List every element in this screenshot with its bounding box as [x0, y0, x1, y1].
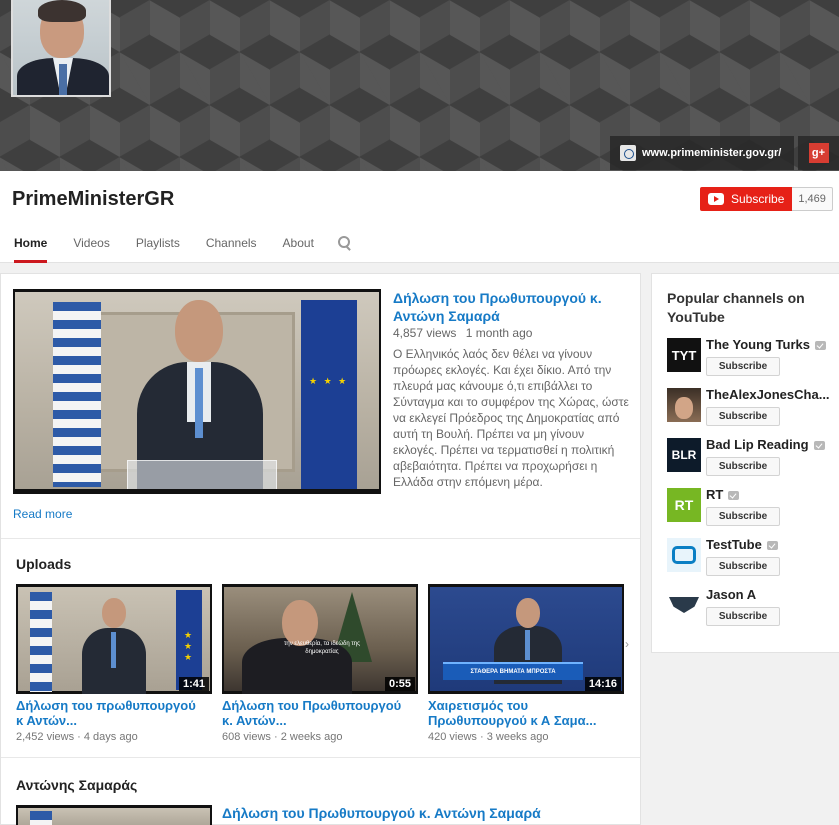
search-icon[interactable]: [337, 236, 352, 250]
avatar-tie: [59, 64, 67, 95]
google-plus-link[interactable]: g+: [798, 136, 839, 170]
featured-video-thumbnail[interactable]: [13, 289, 381, 494]
playlist-video-thumbnail[interactable]: [16, 805, 212, 825]
eu-flag: [301, 300, 357, 489]
tab-about[interactable]: About: [283, 229, 314, 263]
video-duration: 0:55: [384, 677, 415, 691]
verified-icon: [728, 491, 740, 501]
upload-title[interactable]: Χαιρετισμός του Πρωθυπουργού κ Α Σαμα...: [428, 698, 618, 728]
channel-name[interactable]: The Young Turks: [706, 337, 836, 352]
tab-playlists[interactable]: Playlists: [136, 229, 180, 263]
upload-meta: 608 views · 2 weeks ago: [222, 731, 343, 743]
channel-subscribe-button[interactable]: Subscribe: [706, 407, 780, 426]
channel-subscribe-button[interactable]: Subscribe: [706, 607, 780, 626]
upload-meta: 2,452 views · 4 days ago: [16, 731, 138, 743]
channel-logo[interactable]: TYT: [667, 338, 701, 372]
featured-video-title[interactable]: Δήλωση του Πρωθυπουργού κ. Αντώνη Σαμαρά: [393, 289, 623, 325]
channel-name[interactable]: RT: [706, 487, 836, 502]
upload-card[interactable]: την ελευθερία, τα ιδεώδη της δημοκρατίας…: [222, 584, 418, 743]
uploads-heading[interactable]: Uploads: [16, 556, 71, 572]
upload-thumbnail[interactable]: 1:41: [16, 584, 212, 694]
podium-banner: ΣΤΑΘΕΡΑ ΒΗΜΑΤΑ ΜΠΡΟΣΤΑ: [443, 662, 583, 680]
channel-header: PrimeMinisterGR Subscribe 1,469 Home Vid…: [0, 171, 839, 263]
channel-title: PrimeMinisterGR: [12, 188, 175, 210]
upload-thumbnail[interactable]: την ελευθερία, τα ιδεώδη της δημοκρατίας…: [222, 584, 418, 694]
upload-title[interactable]: Δήλωση του πρωθυπουργού κ Αντών...: [16, 698, 206, 728]
main-content: Δήλωση του Πρωθυπουργού κ. Αντώνη Σαμαρά…: [0, 273, 641, 825]
channel-name[interactable]: Bad Lip Reading: [706, 437, 836, 452]
website-link-text: www.primeminister.gov.gr/: [642, 147, 782, 159]
popular-channels-sidebar: Popular channels on YouTube TYT The Youn…: [651, 273, 839, 653]
tab-channels[interactable]: Channels: [206, 229, 257, 263]
channel-logo[interactable]: RT: [667, 488, 701, 522]
channel-item: TestTube Subscribe: [667, 537, 839, 578]
featured-age: 1 month ago: [465, 326, 533, 340]
globe-icon: [620, 145, 636, 161]
video-caption: την ελευθερία, τα ιδεώδη της δημοκρατίας: [284, 641, 360, 655]
featured-video-description: Ο Ελληνικός λαός δεν θέλει να γίνουν πρό…: [393, 347, 629, 489]
subscriber-count: 1,469: [792, 187, 833, 211]
subscribe-button[interactable]: Subscribe: [700, 187, 793, 211]
subscribe-widget: Subscribe 1,469: [700, 187, 833, 211]
upload-thumbnail[interactable]: ΣΤΑΘΕΡΑ ΒΗΜΑΤΑ ΜΠΡΟΣΤΑ 14:16: [428, 584, 624, 694]
website-link[interactable]: www.primeminister.gov.gr/: [610, 136, 794, 170]
channel-item: TheAlexJonesCha... Subscribe: [667, 387, 839, 428]
upload-meta: 420 views · 3 weeks ago: [428, 731, 549, 743]
channel-tabs: Home Videos Playlists Channels About: [0, 229, 352, 263]
channel-subscribe-button[interactable]: Subscribe: [706, 507, 780, 526]
tab-home[interactable]: Home: [14, 229, 48, 263]
channel-item: Jason A Subscribe: [667, 587, 839, 628]
channel-subscribe-button[interactable]: Subscribe: [706, 357, 780, 376]
upload-card[interactable]: 1:41 Δήλωση του πρωθυπουργού κ Αντών... …: [16, 584, 212, 743]
tab-videos[interactable]: Videos: [73, 229, 109, 263]
playlist-heading[interactable]: Αντώνης Σαμαράς: [16, 777, 137, 793]
verified-icon: [815, 341, 827, 351]
channel-subscribe-button[interactable]: Subscribe: [706, 557, 780, 576]
channel-item: BLR Bad Lip Reading Subscribe: [667, 437, 839, 478]
channel-logo[interactable]: [667, 388, 701, 422]
featured-video-meta: 4,857 views 1 month ago: [393, 326, 538, 340]
video-duration: 1:41: [178, 677, 209, 691]
greek-flag: [53, 302, 101, 487]
verified-icon: [813, 441, 825, 451]
podium: [127, 460, 277, 489]
channel-avatar[interactable]: [11, 0, 111, 97]
chevron-right-icon[interactable]: ›: [625, 637, 635, 651]
youtube-play-icon: [708, 193, 724, 205]
video-scene: [15, 292, 379, 489]
section-divider: [1, 538, 640, 539]
section-divider: [1, 757, 640, 758]
channel-item: RT RT Subscribe: [667, 487, 839, 528]
playlist-video-title[interactable]: Δήλωση του Πρωθυπουργού κ. Αντώνη Σαμαρά: [222, 805, 541, 821]
channel-name[interactable]: Jason A: [706, 587, 836, 602]
channel-item: TYT The Young Turks Subscribe: [667, 337, 839, 378]
subscribe-label: Subscribe: [731, 192, 785, 206]
channel-logo[interactable]: [667, 538, 701, 572]
channel-logo[interactable]: BLR: [667, 438, 701, 472]
avatar-hair: [38, 0, 86, 22]
verified-icon: [766, 541, 778, 551]
channel-logo[interactable]: [667, 588, 701, 622]
channel-name[interactable]: TheAlexJonesCha...: [706, 387, 836, 402]
upload-card[interactable]: ΣΤΑΘΕΡΑ ΒΗΜΑΤΑ ΜΠΡΟΣΤΑ 14:16 Χαιρετισμός…: [428, 584, 624, 743]
channel-subscribe-button[interactable]: Subscribe: [706, 457, 780, 476]
read-more-link[interactable]: Read more: [13, 507, 72, 521]
video-duration: 14:16: [584, 677, 621, 691]
sidebar-title: Popular channels on YouTube: [667, 290, 805, 325]
channel-name[interactable]: TestTube: [706, 537, 836, 552]
google-plus-icon: g+: [808, 143, 829, 163]
upload-title[interactable]: Δήλωση του Πρωθυπουργού κ. Αντών...: [222, 698, 412, 728]
featured-views: 4,857 views: [393, 326, 457, 340]
